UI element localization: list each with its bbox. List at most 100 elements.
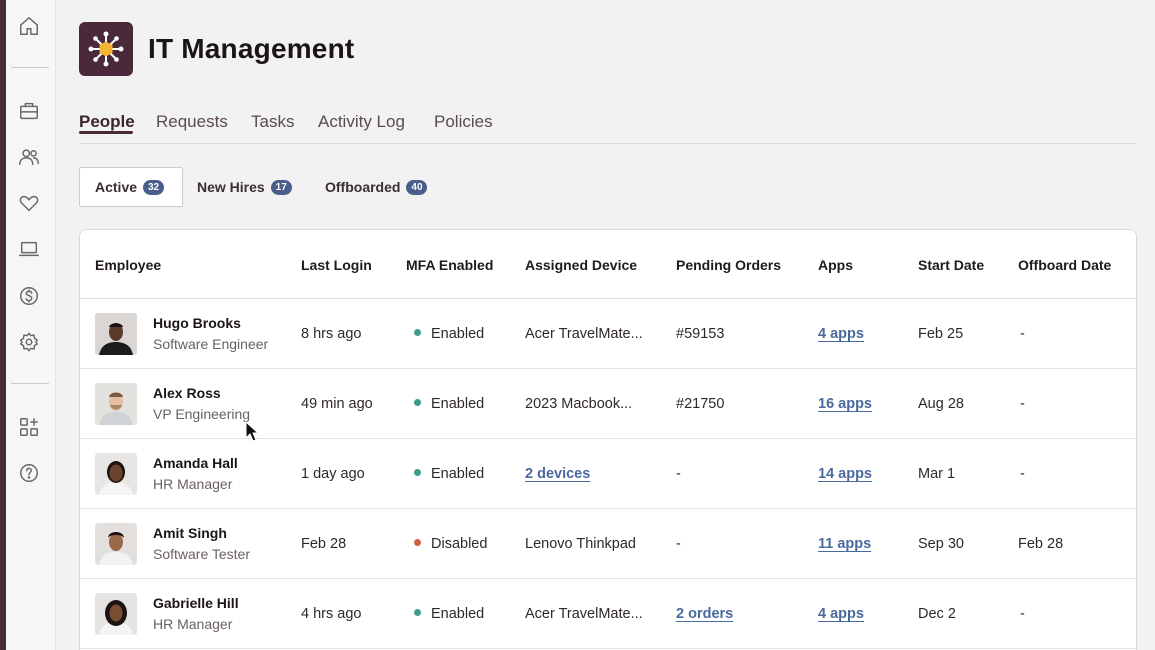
- orders-link[interactable]: 2 orders: [676, 606, 733, 622]
- mfa-status: Enabled: [414, 466, 484, 482]
- subtab-label: Active: [95, 179, 138, 195]
- offboard-date: Feb 28: [1018, 536, 1064, 552]
- employee-name[interactable]: Alex Ross: [153, 385, 221, 401]
- apps-link[interactable]: 4 apps: [818, 326, 864, 342]
- avatar: [95, 593, 137, 635]
- table-row[interactable]: Alex Ross VP Engineering 49 min ago Enab…: [80, 369, 1136, 439]
- laptop-icon[interactable]: [17, 237, 41, 261]
- offboard-date: -: [1020, 326, 1025, 342]
- tab-policies[interactable]: Policies: [434, 112, 493, 132]
- col-header-mfa[interactable]: MFA Enabled: [406, 257, 493, 273]
- employee-role: Software Engineer: [153, 336, 269, 352]
- avatar: [95, 313, 137, 355]
- mfa-label: Enabled: [431, 606, 485, 622]
- dollar-icon[interactable]: [17, 284, 41, 308]
- assigned-device: 2023 Macbook...: [525, 396, 633, 412]
- sidebar-divider: [11, 383, 49, 384]
- table-header: Employee Last Login MFA Enabled Assigned…: [80, 230, 1136, 299]
- pending-orders: -: [676, 536, 681, 552]
- subtab-new-hires[interactable]: New Hires 17: [197, 167, 292, 207]
- heart-icon[interactable]: [17, 191, 41, 215]
- start-date: Dec 2: [918, 606, 956, 622]
- start-date: Mar 1: [918, 466, 956, 482]
- count-badge: 32: [143, 179, 165, 195]
- employee-name[interactable]: Amanda Hall: [153, 455, 238, 471]
- col-header-apps[interactable]: Apps: [818, 257, 853, 273]
- home-icon[interactable]: [17, 14, 41, 38]
- pending-orders: #59153: [676, 326, 725, 342]
- col-header-start-date[interactable]: Start Date: [918, 257, 984, 273]
- count-badge: 40: [406, 179, 428, 195]
- subtab-label: Offboarded: [325, 179, 401, 195]
- status-dot: [414, 609, 421, 616]
- mfa-label: Enabled: [431, 396, 485, 412]
- tab-requests[interactable]: Requests: [156, 112, 228, 132]
- app-logo: [79, 22, 133, 76]
- start-date: Sep 30: [918, 536, 964, 552]
- sidebar: [6, 0, 56, 650]
- main-content: IT Management People Requests Tasks Acti…: [57, 0, 1155, 650]
- col-header-device[interactable]: Assigned Device: [525, 257, 637, 273]
- offboard-date: -: [1020, 606, 1025, 622]
- avatar: [95, 383, 137, 425]
- briefcase-icon[interactable]: [17, 99, 41, 123]
- sidebar-divider: [11, 67, 49, 68]
- last-login: 4 hrs ago: [301, 606, 362, 622]
- subtab-offboarded[interactable]: Offboarded 40: [325, 167, 428, 207]
- gear-icon[interactable]: [17, 330, 41, 354]
- assigned-device: Lenovo Thinkpad: [525, 536, 636, 552]
- employee-name[interactable]: Amit Singh: [153, 525, 227, 541]
- col-header-offboard-date[interactable]: Offboard Date: [1018, 257, 1111, 273]
- last-login: 49 min ago: [301, 396, 373, 412]
- tab-people[interactable]: People: [79, 112, 135, 134]
- pending-orders: #21750: [676, 396, 725, 412]
- col-header-orders[interactable]: Pending Orders: [676, 257, 781, 273]
- tab-activity-log[interactable]: Activity Log: [318, 112, 405, 132]
- mfa-label: Enabled: [431, 466, 485, 482]
- apps-link[interactable]: 11 apps: [818, 536, 871, 552]
- employees-table: Employee Last Login MFA Enabled Assigned…: [79, 229, 1137, 650]
- status-dot: [414, 469, 421, 476]
- page-title: IT Management: [148, 33, 355, 64]
- active-tab-indicator: [79, 131, 133, 134]
- status-dot: [414, 329, 421, 336]
- table-row[interactable]: Gabrielle Hill HR Manager 4 hrs ago Enab…: [80, 579, 1136, 649]
- last-login: 8 hrs ago: [301, 326, 362, 342]
- main-tabs: People Requests Tasks Activity Log Polic…: [79, 110, 1137, 144]
- offboard-date: -: [1020, 466, 1025, 482]
- tab-tasks[interactable]: Tasks: [251, 112, 294, 132]
- apps-link[interactable]: 16 apps: [818, 396, 872, 412]
- employee-role: HR Manager: [153, 616, 233, 632]
- col-header-employee[interactable]: Employee: [95, 257, 161, 273]
- count-badge: 17: [270, 179, 292, 195]
- network-hub-icon: [88, 31, 124, 67]
- start-date: Feb 25: [918, 326, 964, 342]
- subtab-label: New Hires: [197, 179, 265, 195]
- devices-link[interactable]: 2 devices: [525, 466, 590, 482]
- mfa-label: Enabled: [431, 326, 485, 342]
- table-row[interactable]: Amit Singh Software Tester Feb 28 Disabl…: [80, 509, 1136, 579]
- people-icon[interactable]: [17, 145, 41, 169]
- tab-label: People: [79, 112, 135, 131]
- mfa-status: Enabled: [414, 326, 484, 342]
- offboard-date: -: [1020, 396, 1025, 412]
- apps-link[interactable]: 14 apps: [818, 466, 872, 482]
- employee-name[interactable]: Gabrielle Hill: [153, 595, 239, 611]
- employee-role: Software Tester: [153, 546, 251, 562]
- apps-add-icon[interactable]: [17, 415, 41, 439]
- apps-link[interactable]: 4 apps: [818, 606, 864, 622]
- col-header-last-login[interactable]: Last Login: [301, 257, 372, 273]
- table-row[interactable]: Amanda Hall HR Manager 1 day ago Enabled…: [80, 439, 1136, 509]
- employee-name[interactable]: Hugo Brooks: [153, 315, 241, 331]
- assigned-device: Acer TravelMate...: [525, 606, 643, 622]
- table-row[interactable]: Hugo Brooks Software Engineer 8 hrs ago …: [80, 299, 1136, 369]
- assigned-device: Acer TravelMate...: [525, 326, 643, 342]
- mfa-status: Enabled: [414, 606, 484, 622]
- avatar: [95, 453, 137, 495]
- last-login: Feb 28: [301, 536, 347, 552]
- employee-role: VP Engineering: [153, 406, 251, 422]
- avatar: [95, 523, 137, 565]
- subtab-active[interactable]: Active 32: [79, 167, 183, 207]
- mfa-status: Enabled: [414, 396, 484, 412]
- help-icon[interactable]: [17, 461, 41, 485]
